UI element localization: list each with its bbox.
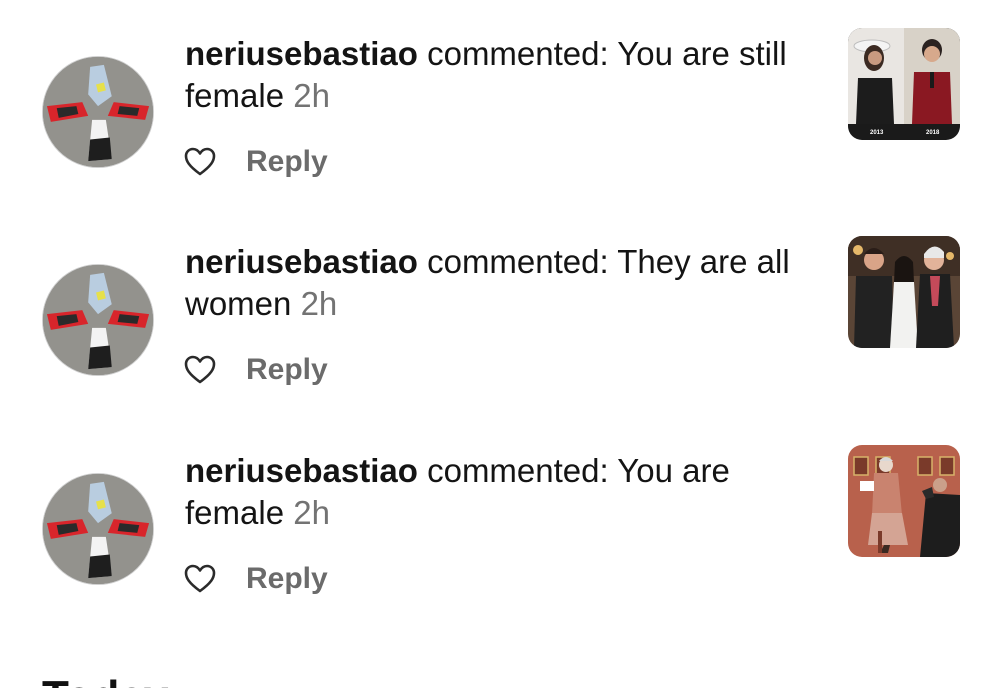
section-heading: Today [42, 672, 168, 688]
post-thumbnail[interactable] [848, 445, 960, 557]
post-thumbnail[interactable]: 2013 2018 [848, 28, 960, 140]
thumbnail-year-left: 2013 [870, 130, 884, 136]
avatar[interactable] [42, 264, 154, 376]
avatar[interactable] [42, 473, 154, 585]
reply-button[interactable]: Reply [246, 562, 328, 596]
notification-text: neriusebastiao commented: They are all w… [185, 241, 825, 325]
username[interactable]: neriusebastiao [185, 452, 418, 489]
heart-outline-icon[interactable] [183, 145, 217, 179]
avatar-image [43, 265, 153, 375]
heart-outline-icon[interactable] [183, 353, 217, 387]
thumbnail-image: 2013 2018 [848, 28, 960, 140]
comment-actions: Reply [183, 557, 328, 601]
username[interactable]: neriusebastiao [185, 35, 418, 72]
comment-actions: Reply [183, 140, 328, 184]
notification-item[interactable]: neriusebastiao commented: You are still … [0, 0, 1000, 208]
timestamp: 2h [293, 494, 330, 531]
thumbnail-image [848, 445, 960, 557]
action-text: commented: [427, 35, 609, 72]
notification-item[interactable]: neriusebastiao commented: You are female… [0, 417, 1000, 625]
avatar-image [43, 474, 153, 584]
notification-text: neriusebastiao commented: You are still … [185, 33, 825, 117]
timestamp: 2h [300, 285, 338, 322]
comment-actions: Reply [183, 348, 328, 392]
avatar[interactable] [42, 56, 154, 168]
action-text: commented: [427, 243, 609, 280]
notification-text: neriusebastiao commented: You are female… [185, 450, 825, 534]
notification-item[interactable]: neriusebastiao commented: They are all w… [0, 208, 1000, 416]
reply-button[interactable]: Reply [246, 145, 328, 179]
heart-outline-icon[interactable] [183, 562, 217, 596]
reply-button[interactable]: Reply [246, 353, 328, 387]
timestamp: 2h [293, 77, 330, 114]
avatar-image [43, 57, 153, 167]
action-text: commented: [427, 452, 609, 489]
notification-feed: neriusebastiao commented: You are still … [0, 0, 1000, 688]
thumbnail-image [848, 236, 960, 348]
username[interactable]: neriusebastiao [185, 243, 418, 280]
thumbnail-year-right: 2018 [926, 130, 940, 136]
post-thumbnail[interactable] [848, 236, 960, 348]
